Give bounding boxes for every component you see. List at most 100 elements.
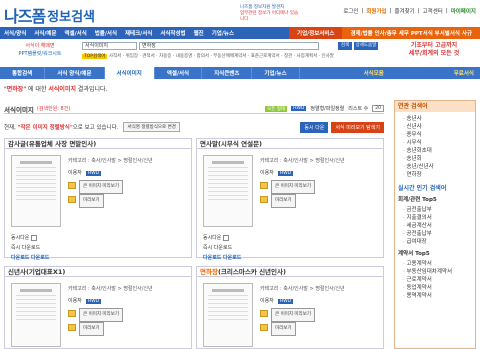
top-search-terms[interactable]: 사직서 · 위임장 · 견적서 · 차용증 · 내용증명 · 합의서 · 부동산… [109, 54, 334, 59]
card-title[interactable]: 면하장(크리스마스카 신년인사) [197, 267, 383, 277]
preview-explorer-button[interactable]: 서식 미리보기 탐색기 [331, 121, 384, 133]
mypage-link[interactable]: 마이페이지 [451, 7, 476, 15]
card-format-badge: HWD [277, 171, 294, 176]
search-input[interactable]: 면하장 [139, 42, 319, 50]
preview-button[interactable]: 미리보기 [271, 194, 296, 208]
top-search-tags[interactable]: TOP검색어 사직서 · 위임장 · 견적서 · 차용증 · 내용증명 · 합의… [82, 53, 372, 59]
result-card: 면사말(시무식 연설문) 카테고리 : 축사/인사말 > 명절인사/신년 이용자… [196, 138, 384, 261]
card-title[interactable]: 감사글(유통업체 사장 면말인사) [5, 139, 191, 149]
nav-item[interactable]: 법률/서식 [91, 29, 121, 37]
card-thumbnail[interactable] [203, 155, 253, 227]
download-link-2[interactable]: 다운로드 [223, 255, 241, 261]
preview-button[interactable]: 미리보기 [79, 322, 104, 336]
view-mode-bar: 현재, "작은 이미지 정렬방식"으로 보고 있습니다. 서식명 정렬방식으로 … [4, 121, 384, 133]
card-thumbnail[interactable] [203, 283, 253, 347]
nav-item[interactable]: 재테크/서식 [121, 29, 156, 37]
top5-item[interactable]: 급여대장 [403, 238, 475, 246]
per-page-select[interactable]: 20 [372, 105, 384, 112]
top5-item[interactable]: 공전출납부 [403, 230, 475, 238]
search-detail-button[interactable]: 상세도움말 [354, 42, 378, 50]
top5-list: 금전출납부 지출결의서 세금계산서 공전출납부 급여대장 [395, 203, 475, 246]
search-button[interactable]: 검색 [338, 42, 352, 50]
tab-form-images[interactable]: 서식이미지 [104, 67, 155, 79]
tab-news[interactable]: 기업/뉴스 [252, 67, 300, 79]
card-thumbnail[interactable] [11, 283, 61, 347]
top5-item[interactable]: 지출결의서 [403, 214, 475, 222]
related-item[interactable]: 송년사 [403, 115, 475, 123]
support-link[interactable]: 고객센터 [423, 7, 443, 15]
tab-forms[interactable]: 서식 양식/예문 [45, 67, 105, 79]
preview-button[interactable]: 미리보기 [271, 322, 296, 336]
large-preview-button[interactable]: 큰 이미지 미리보기 [79, 180, 123, 194]
tab-knowledge[interactable]: 지식큰밴츠 [202, 67, 253, 79]
nav-item[interactable]: 서식/양식 [0, 29, 30, 37]
top5b-item[interactable]: 근로계약서 [403, 276, 475, 284]
login-link[interactable]: 로그인 [343, 7, 358, 15]
select-checkbox[interactable] [223, 234, 230, 241]
card-category: 카테고리 : 축사/인사말 > 명절인사/신년 [68, 158, 153, 164]
nav-item[interactable]: 기업/뉴스 [208, 29, 238, 37]
result-card: 감사글(유통업체 사장 면말인사) 카테고리 : 축사/인사말 > 명절인사/신… [4, 138, 192, 261]
bookmark-link[interactable]: 즐겨찾기 [394, 7, 414, 15]
signup-link[interactable]: 회원가입 [366, 7, 386, 15]
nav-item[interactable]: 서식작성법 [156, 29, 189, 37]
right-ad-line-1: 기초부터 고급까지 [410, 42, 458, 49]
right-ad[interactable]: 기초부터 고급까지 세무/회계의 모든 것 [392, 42, 476, 60]
top5b-item[interactable]: 용역계약서 [403, 292, 475, 300]
card-title[interactable]: 신년사(기업대표X1) [5, 267, 191, 277]
content-count: (검색한원: 8건) [36, 106, 71, 112]
related-item[interactable]: 송년/신년사 [403, 163, 475, 171]
change-sort-button[interactable]: 서식명 정렬방식으로 변경 [123, 122, 180, 132]
header-promo[interactable]: 나즈폼 정보자원 발견지 업무관련 정보가 어디에나 있습니다 [240, 5, 302, 23]
search-category-select[interactable]: 서식이미지 [82, 42, 137, 50]
nav-highlight-label: 기업/정보서비스 [297, 31, 335, 37]
nav-item[interactable]: 웹진 [190, 29, 208, 37]
tab-excel[interactable]: 엑셀/서식 [155, 67, 203, 79]
top5-item[interactable]: 금전출납부 [403, 206, 475, 214]
related-header: 연관 검색어 [395, 101, 475, 112]
large-preview-button[interactable]: 큰 이미지 미리보기 [79, 308, 123, 322]
nav-item[interactable]: 서식/예문 [30, 29, 60, 37]
related-item[interactable]: 종무식 [403, 131, 475, 139]
left-ad[interactable]: 서식이 해매면 PPT템플릿/워크시트 [4, 42, 76, 60]
large-preview-button[interactable]: 큰 이미지 미리보기 [271, 308, 315, 322]
form-collection-link[interactable]: 서식모음 [358, 67, 390, 79]
card-title[interactable]: 면사말(시무식 연설문) [197, 139, 383, 149]
top5-header: 회계/관련 Top5 [398, 197, 437, 203]
card-info: 카테고리 : 축사/인사말 > 명절인사/신년 이용자 HWD 큰 이미지 미리보… [260, 283, 345, 336]
related-item[interactable]: 연하장 [403, 171, 475, 179]
top5-item[interactable]: 세금계산서 [403, 222, 475, 230]
card-category: 카테고리 : 축사/인사말 > 명절인사/신년 [260, 158, 345, 164]
card-thumbnail[interactable] [11, 155, 61, 227]
large-preview-button[interactable]: 큰 이미지 미리보기 [271, 180, 315, 194]
related-list: 송년사 신년사 종무식 시무식 송년회초대 송년회 송년/신년사 연하장 [395, 112, 475, 179]
top5b-item[interactable]: 부동산임대차계약서 [403, 268, 475, 276]
free-forms-link[interactable]: 무료서식 [448, 67, 480, 79]
nav-item[interactable]: 엑셀/서식 [61, 29, 91, 37]
select-checkbox[interactable] [31, 234, 38, 241]
tab-all[interactable]: 통합검색 [0, 67, 46, 79]
related-item[interactable]: 송년회초대 [403, 147, 475, 155]
popular-header: 실시간 인기 검색어 [398, 185, 447, 192]
bulk-download-button[interactable]: 동시 다운 [300, 121, 329, 133]
right-sidebar: 연관 검색어 송년사 신년사 종무식 시무식 송년회초대 송년회 송년/신년사 … [394, 100, 476, 349]
card-format-badge: HWD [277, 299, 294, 304]
download-link-1[interactable]: 다운로드 [11, 255, 29, 261]
nav-right-menu[interactable]: 경제/법률 인사/총무 세무 PPT서식 부서별서식 사규 [342, 27, 480, 39]
nav-highlight[interactable]: 기업/정보서비스 [289, 27, 343, 39]
all-format-badge[interactable]: 모든 형태 [265, 105, 288, 112]
top5b-item[interactable]: 동업계약서 [403, 284, 475, 292]
sort-option[interactable]: 정렬형/파일정렬 [310, 105, 344, 112]
download-link-1[interactable]: 다운로드 [203, 255, 221, 261]
top5b-item[interactable]: 고용계약서 [403, 260, 475, 268]
related-item[interactable]: 신년사 [403, 123, 475, 131]
card-info: 카테고리 : 축사/인사말 > 명절인사/신년 이용자 HWD 큰 이미지 미리보… [68, 283, 153, 336]
hwd-format-badge[interactable]: HWD [291, 106, 307, 111]
site-logo[interactable]: 나즈폼 정보검색 [4, 4, 95, 26]
card-info: 카테고리 : 축사/인사말 > 명절인사/신년 이용자 HWD 큰 이미지 미리보… [68, 155, 153, 208]
related-item[interactable]: 송년회 [403, 155, 475, 163]
preview-button[interactable]: 미리보기 [79, 194, 104, 208]
download-link-2[interactable]: 다운로드 [31, 255, 49, 261]
card-title-text: (크리스마스카 신년인사) [217, 268, 286, 276]
related-item[interactable]: 시무식 [403, 139, 475, 147]
